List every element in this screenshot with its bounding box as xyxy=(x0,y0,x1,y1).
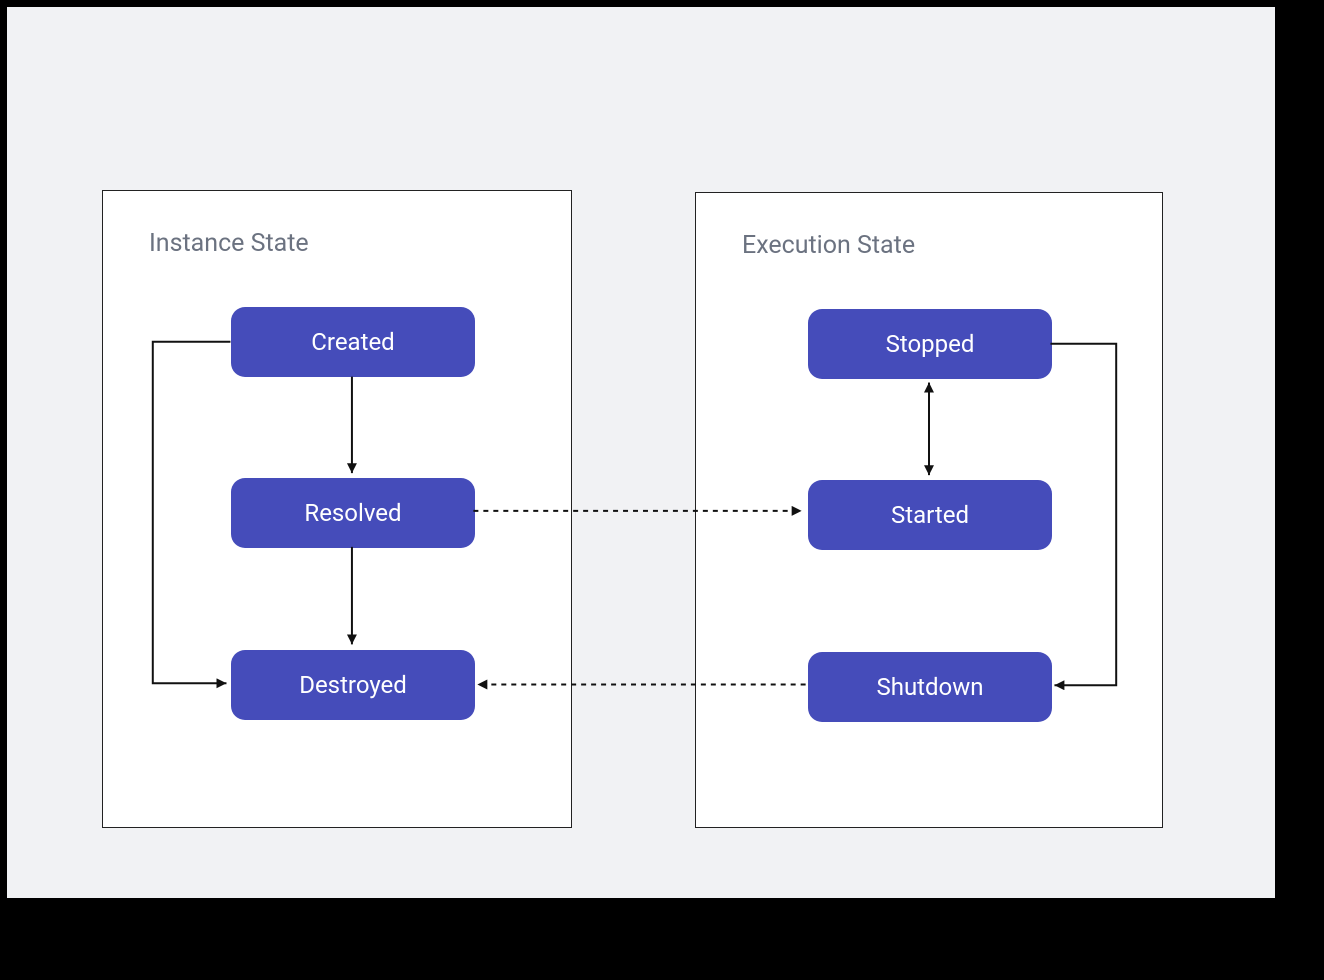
diagram-canvas: Instance State Created Resolved Destroye… xyxy=(6,6,1276,899)
state-shutdown: Shutdown xyxy=(808,652,1052,722)
edge-stopped-shutdown xyxy=(1050,344,1116,686)
instance-state-panel: Instance State Created Resolved Destroye… xyxy=(102,190,572,828)
state-resolved-label: Resolved xyxy=(304,499,401,527)
state-shutdown-label: Shutdown xyxy=(876,673,983,701)
execution-state-title: Execution State xyxy=(742,231,915,260)
state-created: Created xyxy=(231,307,475,377)
execution-state-panel: Execution State Stopped Started Shutdown xyxy=(695,192,1163,828)
state-destroyed-label: Destroyed xyxy=(299,671,407,699)
state-started-label: Started xyxy=(891,501,969,529)
state-stopped: Stopped xyxy=(808,309,1052,379)
state-destroyed: Destroyed xyxy=(231,650,475,720)
state-started: Started xyxy=(808,480,1052,550)
state-stopped-label: Stopped xyxy=(886,330,975,358)
state-resolved: Resolved xyxy=(231,478,475,548)
instance-state-title: Instance State xyxy=(149,229,309,258)
state-created-label: Created xyxy=(311,328,394,356)
edge-created-destroyed xyxy=(153,342,231,684)
